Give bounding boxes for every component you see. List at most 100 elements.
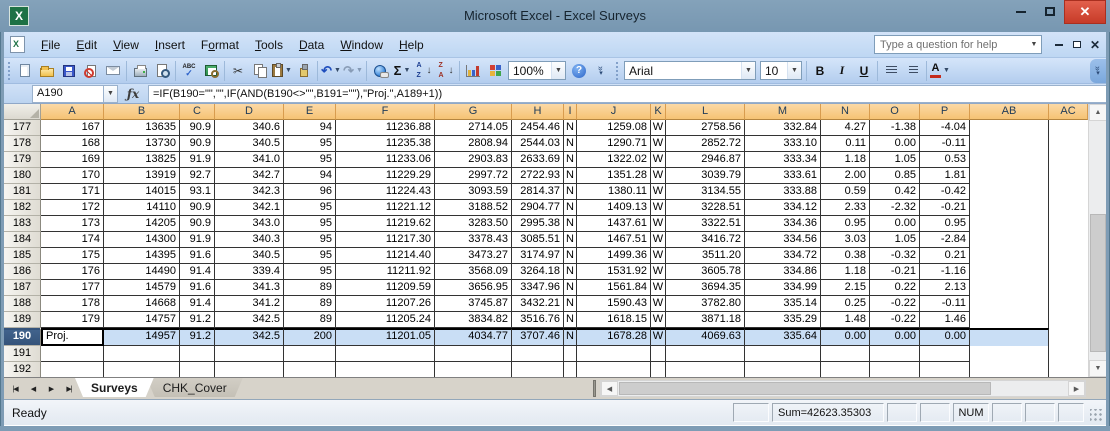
row-header-192[interactable]: 192 [4, 362, 41, 377]
workbook-close-button[interactable]: ✕ [1086, 35, 1104, 54]
cell-B187[interactable]: 14579 [104, 280, 180, 296]
cell-AC180[interactable] [1049, 168, 1088, 184]
toolbar-options-button[interactable] [590, 60, 612, 82]
sort-descending-button[interactable]: ↓ [435, 60, 457, 82]
cell-A185[interactable]: 175 [41, 248, 104, 264]
workbook-minimize-button[interactable] [1050, 35, 1068, 54]
cell-I192[interactable] [564, 362, 577, 377]
cell-P192[interactable] [920, 362, 970, 377]
cell-J184[interactable]: 1467.51 [577, 232, 651, 248]
cell-M181[interactable]: 333.88 [745, 184, 821, 200]
cell-M192[interactable] [745, 362, 821, 377]
col-header-P[interactable]: P [920, 104, 970, 120]
cell-A188[interactable]: 178 [41, 296, 104, 312]
cell-A191[interactable] [41, 346, 104, 362]
cell-G181[interactable]: 3093.59 [435, 184, 512, 200]
chevron-down-icon[interactable]: ▼ [551, 62, 565, 79]
cell-AB179[interactable] [970, 152, 1049, 168]
font-color-button[interactable]: A ▼ [929, 60, 951, 82]
cell-J188[interactable]: 1590.43 [577, 296, 651, 312]
cell-L192[interactable] [666, 362, 745, 377]
font-color-dropdown[interactable]: ▼ [941, 67, 950, 74]
cell-A179[interactable]: 169 [41, 152, 104, 168]
cell-J183[interactable]: 1437.61 [577, 216, 651, 232]
cell-F185[interactable]: 11214.40 [336, 248, 435, 264]
cell-C178[interactable]: 90.9 [180, 136, 215, 152]
cell-L179[interactable]: 2946.87 [666, 152, 745, 168]
cell-K177[interactable]: W [651, 120, 666, 136]
cell-C190[interactable]: 91.2 [180, 328, 215, 346]
cell-O191[interactable] [870, 346, 920, 362]
cell-C183[interactable]: 90.9 [180, 216, 215, 232]
cell-L180[interactable]: 3039.79 [666, 168, 745, 184]
cell-B181[interactable]: 14015 [104, 184, 180, 200]
cell-O184[interactable]: 1.05 [870, 232, 920, 248]
col-header-G[interactable]: G [435, 104, 512, 120]
cell-H190[interactable]: 3707.46 [512, 328, 564, 346]
cell-F181[interactable]: 11224.43 [336, 184, 435, 200]
cell-O190[interactable]: 0.00 [870, 328, 920, 346]
cell-AB180[interactable] [970, 168, 1049, 184]
save-button[interactable] [58, 60, 80, 82]
menu-edit[interactable]: Edit [68, 35, 105, 55]
cell-D191[interactable] [215, 346, 284, 362]
cell-M185[interactable]: 334.72 [745, 248, 821, 264]
first-sheet-button[interactable]: |◀ [6, 380, 24, 397]
cell-B186[interactable]: 14490 [104, 264, 180, 280]
undo-dropdown[interactable]: ▼ [332, 67, 341, 74]
cell-N183[interactable]: 0.95 [821, 216, 870, 232]
cell-G177[interactable]: 2714.05 [435, 120, 512, 136]
cell-AB182[interactable] [970, 200, 1049, 216]
cell-E188[interactable]: 89 [284, 296, 336, 312]
print-button[interactable] [129, 60, 151, 82]
cell-I189[interactable]: N [564, 312, 577, 328]
cell-N192[interactable] [821, 362, 870, 377]
cell-M182[interactable]: 334.12 [745, 200, 821, 216]
new-document-button[interactable] [14, 60, 36, 82]
workbook-restore-button[interactable] [1068, 35, 1086, 54]
cell-L191[interactable] [666, 346, 745, 362]
cell-G179[interactable]: 2903.83 [435, 152, 512, 168]
cell-F182[interactable]: 11221.12 [336, 200, 435, 216]
cell-E191[interactable] [284, 346, 336, 362]
cell-AB184[interactable] [970, 232, 1049, 248]
tab-split-handle[interactable] [593, 380, 596, 397]
scroll-left-button[interactable]: ◀ [601, 381, 618, 396]
cell-H177[interactable]: 2454.46 [512, 120, 564, 136]
cell-L184[interactable]: 3416.72 [666, 232, 745, 248]
cell-B177[interactable]: 13635 [104, 120, 180, 136]
cell-G192[interactable] [435, 362, 512, 377]
cell-K182[interactable]: W [651, 200, 666, 216]
cell-O187[interactable]: 0.22 [870, 280, 920, 296]
cell-P178[interactable]: -0.11 [920, 136, 970, 152]
cell-A181[interactable]: 171 [41, 184, 104, 200]
cell-K178[interactable]: W [651, 136, 666, 152]
cell-M177[interactable]: 332.84 [745, 120, 821, 136]
cell-F188[interactable]: 11207.26 [336, 296, 435, 312]
row-header-185[interactable]: 185 [4, 248, 41, 264]
col-header-D[interactable]: D [215, 104, 284, 120]
row-header-178[interactable]: 178 [4, 136, 41, 152]
cell-D182[interactable]: 342.1 [215, 200, 284, 216]
menu-insert[interactable]: Insert [147, 35, 193, 55]
research-button[interactable] [200, 60, 222, 82]
cell-B192[interactable] [104, 362, 180, 377]
cell-O178[interactable]: 0.00 [870, 136, 920, 152]
row-header-189[interactable]: 189 [4, 312, 41, 328]
cell-D180[interactable]: 342.7 [215, 168, 284, 184]
cell-C185[interactable]: 91.6 [180, 248, 215, 264]
cell-A178[interactable]: 168 [41, 136, 104, 152]
cell-K184[interactable]: W [651, 232, 666, 248]
cell-E180[interactable]: 94 [284, 168, 336, 184]
cell-L188[interactable]: 3782.80 [666, 296, 745, 312]
cell-O182[interactable]: -2.32 [870, 200, 920, 216]
cell-E185[interactable]: 95 [284, 248, 336, 264]
cell-C179[interactable]: 91.9 [180, 152, 215, 168]
email-button[interactable] [102, 60, 124, 82]
cell-N181[interactable]: 0.59 [821, 184, 870, 200]
row-header-177[interactable]: 177 [4, 120, 41, 136]
cell-AC184[interactable] [1049, 232, 1088, 248]
sheet-tab-surveys[interactable]: Surveys [75, 378, 154, 397]
cell-I186[interactable]: N [564, 264, 577, 280]
cell-D181[interactable]: 342.3 [215, 184, 284, 200]
